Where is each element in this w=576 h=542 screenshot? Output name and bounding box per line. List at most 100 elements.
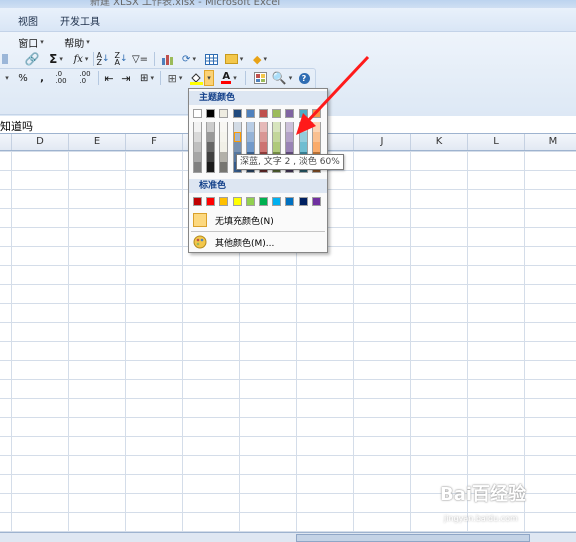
theme-shade-swatch[interactable] — [194, 142, 201, 152]
diamond-icon[interactable]: ◆ ▾ — [248, 51, 272, 67]
theme-shade-swatch[interactable] — [233, 142, 241, 152]
increase-indent-icon[interactable]: ⇥ — [119, 70, 133, 86]
theme-color-swatch[interactable] — [272, 109, 282, 118]
percent-button[interactable]: % — [15, 70, 31, 86]
decrease-indent-icon[interactable]: ⇤ — [102, 70, 116, 86]
theme-shade-swatch[interactable] — [273, 122, 281, 132]
theme-shade-swatch[interactable] — [220, 142, 228, 152]
decrease-decimal-button[interactable]: .00.0 — [74, 70, 96, 86]
comma-button[interactable]: , — [36, 70, 48, 86]
theme-shade-swatch[interactable] — [299, 142, 307, 152]
theme-shade-swatch[interactable] — [220, 132, 228, 142]
shapes-icon[interactable]: ⟳ ▾ — [178, 51, 200, 67]
theme-shade-swatch[interactable] — [194, 132, 201, 142]
standard-color-swatch[interactable] — [259, 197, 268, 206]
menu-developer[interactable]: 开发工具 — [60, 13, 100, 28]
theme-shade-swatch[interactable] — [207, 152, 215, 162]
theme-shade-swatch[interactable] — [312, 122, 320, 132]
theme-color-swatch[interactable] — [245, 109, 255, 118]
increase-decimal-button[interactable]: .0.00 — [50, 70, 72, 86]
theme-shade-swatch[interactable] — [286, 132, 294, 142]
borders-icon[interactable]: ⊞ ▾ — [164, 70, 186, 86]
standard-color-swatch[interactable] — [232, 197, 242, 206]
theme-shade-swatch[interactable] — [207, 132, 215, 142]
table-icon[interactable] — [203, 51, 219, 67]
autosum-button[interactable]: Σ ▾ — [44, 51, 68, 67]
column-header-k[interactable]: K — [410, 134, 467, 150]
more-colors-item[interactable]: 其他颜色(M)... — [190, 232, 326, 252]
window-menu-button[interactable]: 窗口 ▾ — [14, 34, 48, 50]
theme-shade-swatch[interactable] — [260, 142, 267, 152]
theme-color-swatch[interactable] — [311, 109, 321, 118]
standard-color-swatch[interactable] — [311, 197, 321, 206]
theme-shade-swatch[interactable] — [246, 122, 254, 132]
standard-color-swatch[interactable] — [272, 197, 282, 206]
sort-desc-icon[interactable]: Z A ↓ — [114, 51, 128, 67]
standard-color-swatch[interactable] — [298, 197, 308, 206]
fill-color-dropdown[interactable]: ▾ — [204, 70, 214, 86]
theme-shade-swatch[interactable] — [246, 132, 254, 142]
zoom-icon[interactable]: 🔍 ▾ — [271, 70, 293, 86]
theme-shade-swatch[interactable] — [286, 122, 294, 132]
column-header-m[interactable]: M — [524, 134, 576, 150]
column-header-d[interactable]: D — [11, 134, 68, 150]
theme-shade-swatch[interactable] — [194, 122, 201, 132]
standard-color-swatch[interactable] — [219, 197, 229, 206]
standard-color-swatch[interactable] — [245, 197, 255, 206]
theme-color-swatch[interactable] — [298, 109, 308, 118]
hyperlink-icon[interactable]: 🔗 — [23, 51, 41, 67]
theme-color-swatch[interactable] — [285, 109, 295, 118]
theme-shade-swatch[interactable] — [233, 122, 241, 132]
separator — [160, 71, 161, 85]
theme-shade-swatch[interactable] — [207, 162, 215, 172]
theme-shade-swatch[interactable] — [194, 162, 201, 172]
merge-icon[interactable]: ⊞ ▾ — [137, 70, 157, 86]
partial-dropdown[interactable]: ▾ — [0, 70, 12, 86]
column-header-j[interactable]: J — [353, 134, 410, 150]
help-icon[interactable]: ? — [297, 70, 311, 86]
partial-button[interactable] — [0, 51, 10, 67]
theme-palette-icon[interactable] — [252, 70, 268, 86]
theme-shade-swatch[interactable] — [194, 152, 201, 162]
insert-function-button[interactable]: fx ▾ — [70, 51, 92, 67]
theme-shade-swatch[interactable] — [286, 142, 294, 152]
theme-colors-header: 主题颜色 — [189, 91, 327, 105]
formula-value[interactable]: 知道吗 — [0, 118, 33, 134]
theme-shade-swatch[interactable] — [299, 122, 307, 132]
theme-shade-swatch[interactable] — [273, 132, 281, 142]
theme-shade-swatch[interactable] — [273, 142, 281, 152]
theme-shade-swatch[interactable] — [220, 122, 228, 132]
font-color-icon[interactable]: A ▾ — [218, 70, 240, 86]
theme-shade-swatch[interactable] — [299, 132, 307, 142]
theme-shade-swatch[interactable] — [220, 162, 228, 172]
column-header-e[interactable]: E — [68, 134, 125, 150]
menu-view[interactable]: 视图 — [18, 13, 38, 28]
theme-shade-swatch[interactable] — [312, 132, 320, 142]
theme-shade-swatch-selected[interactable] — [233, 132, 241, 142]
folder-icon[interactable]: ▾ — [222, 51, 246, 67]
theme-shade-swatch[interactable] — [260, 122, 267, 132]
theme-shade-swatch[interactable] — [260, 132, 267, 142]
theme-shade-swatch[interactable] — [220, 152, 228, 162]
theme-shade-swatch[interactable] — [207, 142, 215, 152]
theme-shade-swatch[interactable] — [207, 122, 215, 132]
filter-icon[interactable]: ▽= — [132, 51, 148, 67]
theme-color-swatch[interactable] — [219, 109, 229, 118]
fill-color-icon[interactable] — [189, 70, 203, 86]
theme-color-swatch[interactable] — [206, 109, 216, 118]
theme-shade-swatch[interactable] — [312, 142, 320, 152]
column-header-f[interactable]: F — [125, 134, 182, 150]
column-header-partial[interactable] — [0, 134, 11, 150]
theme-shade-swatch[interactable] — [246, 142, 254, 152]
no-fill-item[interactable]: 无填充颜色(N) — [190, 210, 326, 230]
chart-icon[interactable] — [160, 51, 176, 67]
standard-color-swatch[interactable] — [206, 197, 216, 206]
theme-color-swatch[interactable] — [259, 109, 268, 118]
theme-color-swatch[interactable] — [232, 109, 242, 118]
sort-asc-icon[interactable]: A Z ↓ — [96, 51, 110, 67]
theme-color-swatch[interactable] — [193, 109, 202, 118]
standard-color-swatch[interactable] — [285, 197, 295, 206]
column-header-l[interactable]: L — [467, 134, 524, 150]
standard-color-swatch[interactable] — [193, 197, 202, 206]
help-menu-button[interactable]: 帮助 ▾ — [60, 34, 94, 50]
